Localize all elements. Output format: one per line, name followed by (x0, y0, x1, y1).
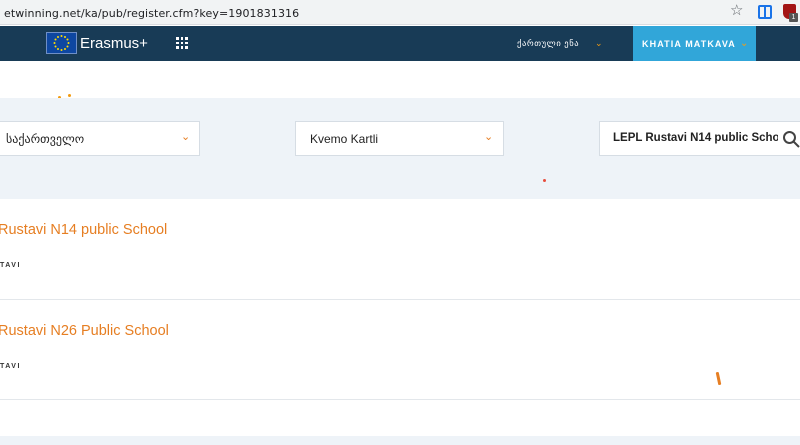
chevron-down-icon: ⌄ (740, 38, 749, 49)
school-title-link[interactable]: Rustavi N14 public School (0, 222, 167, 238)
chevron-down-icon: ⌄ (484, 131, 494, 143)
chevron-down-icon: ⌄ (595, 38, 603, 48)
apps-grid-icon[interactable] (176, 37, 188, 49)
language-selector[interactable]: ქართული ენა (517, 38, 579, 49)
school-city: TAVI (0, 262, 21, 269)
school-city: TAVI (0, 363, 21, 370)
user-name[interactable]: KHATIA MATKAVA (642, 39, 736, 49)
browser-toolbar: etwinning.net/ka/pub/register.cfm?key=19… (0, 0, 800, 25)
bookmark-star-icon[interactable]: ☆ (730, 3, 743, 19)
school-search-input[interactable] (613, 132, 778, 144)
search-icon[interactable] (782, 130, 800, 148)
school-search-field[interactable] (599, 121, 800, 156)
extension-icon[interactable] (758, 5, 772, 19)
decorative-dot (68, 94, 71, 97)
school-title-link[interactable]: Rustavi N26 Public School (0, 323, 169, 339)
decorative-dot (543, 179, 546, 182)
extension-badge: 1 (789, 13, 798, 22)
region-select-value: Kvemo Kartli (310, 132, 379, 146)
list-item[interactable]: Rustavi N26 Public School TAVI (0, 300, 800, 400)
eu-flag-logo[interactable] (46, 32, 77, 54)
chevron-down-icon: ⌄ (181, 131, 191, 143)
brand-name[interactable]: Erasmus+ (80, 35, 148, 52)
address-bar[interactable]: etwinning.net/ka/pub/register.cfm?key=19… (0, 2, 755, 23)
country-select-value: საქართველო (6, 132, 85, 146)
footer-band (0, 436, 800, 445)
url-text[interactable]: etwinning.net/ka/pub/register.cfm?key=19… (4, 7, 299, 20)
list-item[interactable]: Rustavi N14 public School TAVI (0, 199, 800, 300)
region-select[interactable]: Kvemo Kartli ⌄ (295, 121, 504, 156)
country-select[interactable]: საქართველო ⌄ (0, 121, 200, 156)
